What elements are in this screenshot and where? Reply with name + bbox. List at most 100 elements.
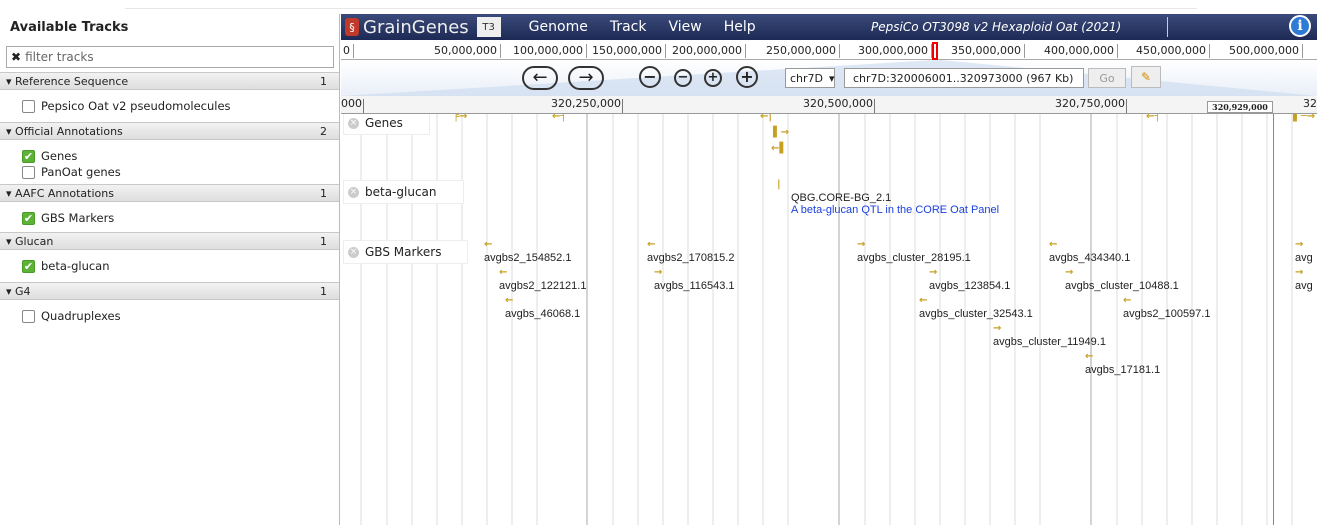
gbs-marker[interactable]: avgbs_cluster_10488.1 (1065, 280, 1179, 292)
position-ruler[interactable]: 000 320,250,000 320,500,000 320,750,000 … (341, 96, 1317, 114)
gbs-marker[interactable]: avgbs2_122121.1 (499, 280, 586, 292)
track-area[interactable]: × Genes ╞→ ←┤ ←| ▌→ ←▌ ←┤ ▌─→ × beta-glu… (341, 114, 1317, 525)
checkbox-checked[interactable]: ✔ (22, 259, 35, 273)
gbs-marker[interactable]: avgbs2_100597.1 (1123, 308, 1210, 320)
highlight-line (1273, 114, 1274, 525)
ruler-tick: 320,250,000 (551, 97, 623, 113)
gene-feature[interactable]: ▌→ (773, 128, 789, 138)
collapse-icon: ▾ (6, 74, 16, 88)
go-button[interactable]: Go (1088, 68, 1126, 88)
location-input[interactable]: chr7D:320006001..320973000 (967 Kb) (844, 68, 1084, 88)
pan-right-button[interactable]: → (568, 66, 604, 90)
menu-view[interactable]: View (668, 19, 701, 35)
category-name: G4 (15, 284, 31, 298)
overview-tick: 50,000,000 (407, 44, 501, 58)
dataset-name[interactable]: PepsiCo OT3098 v2 Hexaploid Oat (2021) (871, 20, 1121, 34)
overview-tick: 400,000,000 (1024, 44, 1118, 58)
track-item[interactable]: ✔ GBS Markers (0, 210, 339, 226)
marker-glyph: → (993, 323, 1002, 334)
category-name: Glucan (15, 234, 54, 248)
gene-feature[interactable]: ▌─→ (1293, 114, 1315, 122)
gene-feature[interactable]: ←┤ (1146, 114, 1160, 122)
ruler-tick: 320,750,000 (1055, 97, 1127, 113)
category-aafc-annotations[interactable]: ▾ AAFC Annotations 1 (0, 184, 339, 202)
gbs-marker[interactable]: avgbs_cluster_32543.1 (919, 308, 1033, 320)
track-selector-panel: Available Tracks ✖ filter tracks ▾ Refer… (0, 14, 340, 525)
gbs-marker[interactable]: avgbs_46068.1 (505, 308, 580, 320)
marker-glyph: → (654, 267, 663, 278)
checkbox-checked[interactable]: ✔ (22, 149, 35, 163)
gbs-marker[interactable]: avgbs2_170815.2 (647, 252, 734, 264)
clear-filter-icon[interactable]: ✖ (11, 50, 21, 64)
info-icon[interactable]: i (1289, 15, 1311, 37)
menu-separator (1167, 17, 1168, 37)
gene-feature[interactable]: ╞→ (453, 114, 467, 122)
overview-tick: 200,000,000 (652, 44, 746, 58)
zoom-in-button[interactable]: + (704, 69, 722, 87)
collapse-icon: ▾ (6, 284, 16, 298)
track-item[interactable]: Quadruplexes (0, 308, 339, 324)
category-name: Official Annotations (15, 124, 123, 138)
track-label-gbs-markers[interactable]: × GBS Markers (343, 240, 469, 264)
zoom-out-icon: − (677, 70, 689, 85)
gbs-marker[interactable]: avgbs_123854.1 (929, 280, 1010, 292)
graingenes-logo[interactable]: § GrainGenes T3 (341, 14, 507, 40)
category-official-annotations[interactable]: ▾ Official Annotations 2 (0, 122, 339, 140)
marker-glyph: ← (1085, 351, 1094, 362)
highlight-button[interactable]: ✎ (1131, 66, 1161, 88)
marker-glyph: ← (647, 239, 656, 250)
checkbox[interactable] (22, 309, 35, 323)
panel-title: Available Tracks (10, 20, 129, 35)
track-name: Genes (365, 116, 403, 130)
track-item[interactable]: ✔ beta-glucan (0, 258, 339, 274)
zoom-in-big-button[interactable]: + (736, 66, 758, 88)
overview-tick: 0 (251, 44, 354, 58)
category-g4[interactable]: ▾ G4 1 (0, 282, 339, 300)
close-track-icon[interactable]: × (348, 117, 359, 129)
menu-genome[interactable]: Genome (529, 19, 588, 35)
track-item[interactable]: ✔ Genes (0, 148, 339, 164)
checkbox[interactable] (22, 165, 35, 179)
qtl-feature-name[interactable]: QBG.CORE-BG_2.1 (791, 192, 891, 204)
gene-feature[interactable]: ←▌ (771, 144, 787, 154)
gbs-marker[interactable]: avgbs_17181.1 (1085, 364, 1160, 376)
gbs-marker[interactable]: avg (1295, 252, 1313, 264)
zoom-out-big-button[interactable]: − (639, 66, 661, 88)
chromosome-select[interactable]: chr7D ▾ (785, 68, 835, 88)
gene-feature[interactable]: ←| (760, 114, 772, 122)
gbs-marker[interactable]: avgbs_434340.1 (1049, 252, 1130, 264)
gbs-marker[interactable]: avgbs_cluster_28195.1 (857, 252, 971, 264)
marker-glyph: → (857, 239, 866, 250)
gene-feature[interactable]: ←┤ (552, 114, 566, 122)
gbs-marker[interactable]: avgbs_116543.1 (654, 280, 735, 292)
category-count: 2 (320, 124, 327, 138)
category-glucan[interactable]: ▾ Glucan 1 (0, 232, 339, 250)
track-item[interactable]: Pepsico Oat v2 pseudomolecules (0, 98, 339, 114)
marker-glyph: → (929, 267, 938, 278)
track-item[interactable]: PanOat genes (0, 164, 339, 180)
zoom-out-button[interactable]: − (674, 69, 692, 87)
ruler-tick: 320,500,000 (803, 97, 875, 113)
gbs-marker[interactable]: avgbs_cluster_11949.1 (993, 336, 1106, 348)
close-track-icon[interactable]: × (348, 186, 359, 198)
menu-help[interactable]: Help (724, 19, 756, 35)
category-reference-sequence[interactable]: ▾ Reference Sequence 1 (0, 72, 339, 90)
marker-glyph: ← (499, 267, 508, 278)
track-label: Quadruplexes (41, 309, 121, 323)
checkbox-checked[interactable]: ✔ (22, 211, 35, 225)
t3-logo-icon[interactable]: T3 (476, 17, 501, 37)
qtl-marker[interactable]: | (777, 180, 781, 190)
gbs-marker[interactable]: avg (1295, 280, 1313, 292)
gbs-marker[interactable]: avgbs2_154852.1 (484, 252, 571, 264)
track-name: beta-glucan (365, 185, 437, 199)
pan-left-button[interactable]: ← (522, 66, 558, 90)
track-label-beta-glucan[interactable]: × beta-glucan (343, 180, 464, 204)
close-track-icon[interactable]: × (348, 246, 359, 258)
overview-scale[interactable]: 0 50,000,000 100,000,000 150,000,000 200… (341, 42, 1317, 60)
menu-track[interactable]: Track (610, 19, 647, 35)
checkbox[interactable] (22, 99, 35, 113)
zoom-out-icon: − (643, 67, 657, 86)
overview-location-marker[interactable] (932, 42, 938, 60)
track-label-genes[interactable]: × Genes (343, 114, 430, 135)
chevron-down-icon: ▾ (829, 71, 835, 85)
